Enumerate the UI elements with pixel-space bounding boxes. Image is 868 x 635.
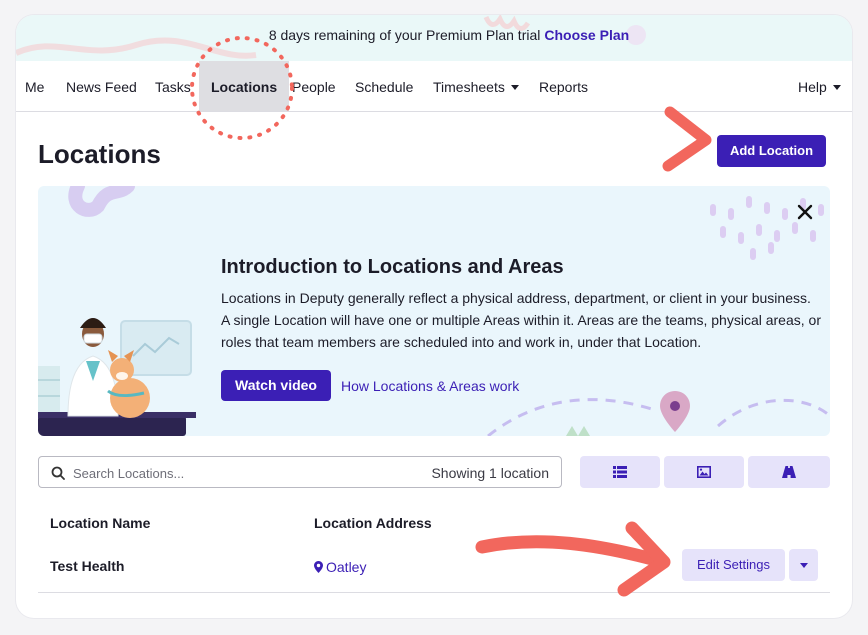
search-box: Showing 1 location <box>38 456 562 488</box>
nav-item-help[interactable]: Help <box>798 61 841 111</box>
nav-item-news-feed[interactable]: News Feed <box>66 61 137 111</box>
location-address-text: Oatley <box>326 559 367 575</box>
add-location-button[interactable]: Add Location <box>717 135 826 167</box>
nav-item-help-label: Help <box>798 79 827 95</box>
how-locations-work-link[interactable]: How Locations & Areas work <box>341 378 519 394</box>
column-header-location-address: Location Address <box>314 515 432 531</box>
nav-item-people[interactable]: People <box>292 61 336 111</box>
chevron-down-icon <box>832 85 841 90</box>
view-toggle-map[interactable] <box>748 456 830 488</box>
intro-card: Introduction to Locations and Areas Loca… <box>38 186 830 436</box>
image-icon <box>697 466 711 478</box>
location-name-cell: Test Health <box>50 558 125 574</box>
trial-message-text: 8 days remaining of your Premium Plan tr… <box>268 27 541 43</box>
app-frame: 8 days remaining of your Premium Plan tr… <box>16 15 852 618</box>
column-header-location-name: Location Name <box>50 515 151 531</box>
location-address-link[interactable]: Oatley <box>314 559 366 575</box>
trial-message: 8 days remaining of your Premium Plan tr… <box>16 27 852 43</box>
intro-title: Introduction to Locations and Areas <box>221 256 564 278</box>
map-marker-icon <box>314 561 323 573</box>
close-icon[interactable] <box>793 200 817 224</box>
row-divider <box>38 592 830 593</box>
top-nav: Me News Feed Tasks Locations People Sche… <box>16 61 852 112</box>
page-title: Locations <box>38 139 161 169</box>
nav-item-tasks[interactable]: Tasks <box>155 61 191 111</box>
view-toggle-image[interactable] <box>664 456 744 488</box>
edit-settings-button[interactable]: Edit Settings <box>682 549 785 581</box>
trial-banner: 8 days remaining of your Premium Plan tr… <box>16 15 852 61</box>
nav-item-reports[interactable]: Reports <box>539 61 588 111</box>
watch-video-button[interactable]: Watch video <box>221 370 331 401</box>
edit-settings-dropdown-button[interactable] <box>789 549 818 581</box>
chevron-down-icon <box>799 563 808 568</box>
search-icon <box>51 466 65 480</box>
choose-plan-link[interactable]: Choose Plan <box>544 27 629 43</box>
chevron-down-icon <box>510 85 519 90</box>
road-map-icon <box>782 466 796 478</box>
nav-item-schedule[interactable]: Schedule <box>355 61 413 111</box>
nav-item-timesheets-label: Timesheets <box>433 79 505 95</box>
nav-item-me[interactable]: Me <box>25 61 44 111</box>
nav-item-locations[interactable]: Locations <box>199 61 290 111</box>
search-input[interactable] <box>73 463 403 483</box>
search-result-count: Showing 1 location <box>431 465 549 481</box>
list-icon <box>613 466 627 478</box>
nav-item-timesheets[interactable]: Timesheets <box>433 61 519 111</box>
view-toggle-list[interactable] <box>580 456 660 488</box>
intro-body: Locations in Deputy generally reflect a … <box>221 290 821 350</box>
